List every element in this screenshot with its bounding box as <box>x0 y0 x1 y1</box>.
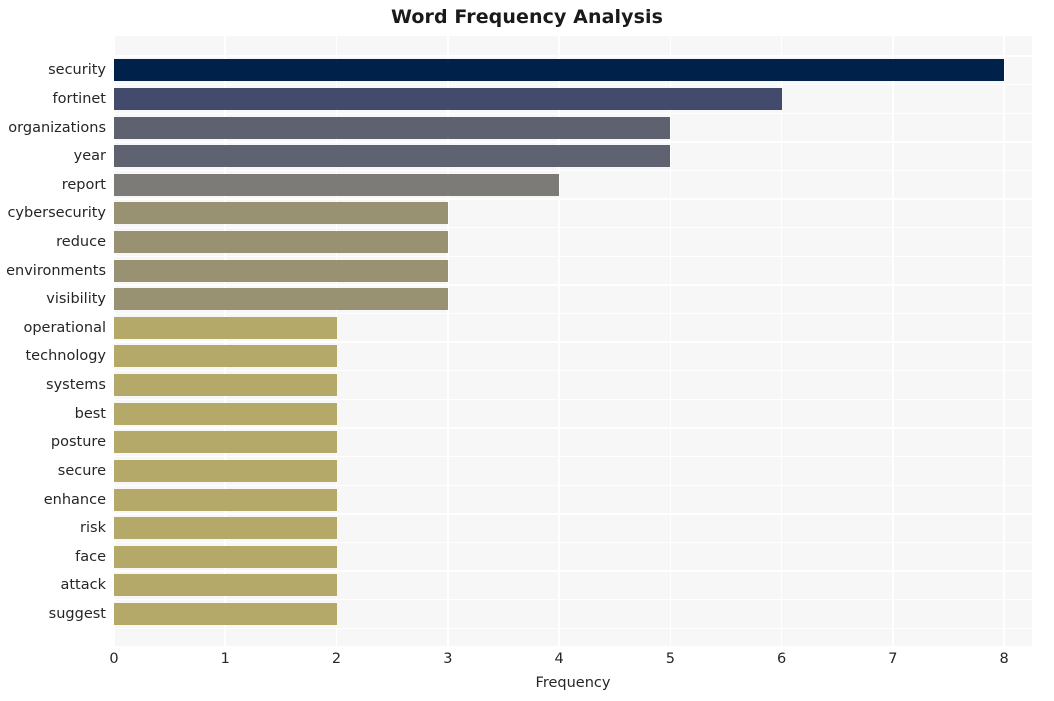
bar <box>114 374 337 397</box>
bar <box>114 59 1005 82</box>
y-axis-tick-label: year <box>73 148 106 165</box>
gridline-horizontal <box>114 455 1032 458</box>
y-axis-tick-label: enhance <box>43 491 106 508</box>
y-axis-tick-label: risk <box>80 520 106 537</box>
bar <box>114 316 337 339</box>
y-axis-tick-label: secure <box>57 462 106 479</box>
y-axis-tick-label: visibility <box>46 291 106 308</box>
y-axis-tick-label: security <box>48 62 106 79</box>
bar <box>114 259 448 282</box>
gridline-horizontal <box>114 141 1032 143</box>
x-axis-tick-label: 1 <box>220 651 230 667</box>
gridline-horizontal <box>114 627 1032 629</box>
gridline-horizontal <box>114 312 1032 315</box>
bar <box>114 173 560 196</box>
bar <box>114 545 337 568</box>
bar <box>114 145 671 168</box>
x-axis-tick-label: 4 <box>554 651 564 667</box>
gridline-horizontal <box>114 198 1032 200</box>
bar <box>114 402 337 425</box>
gridline-horizontal <box>114 169 1032 172</box>
x-axis-tick-label: 7 <box>888 651 898 667</box>
gridline-horizontal <box>114 55 1032 57</box>
gridline-horizontal <box>114 513 1032 515</box>
y-axis-tick-label: posture <box>50 434 106 451</box>
y-axis-tick-label: reduce <box>56 234 106 250</box>
x-axis-title: Frequency <box>535 675 611 691</box>
bar <box>114 488 337 511</box>
bar <box>114 345 337 368</box>
bar <box>114 288 448 311</box>
gridline-horizontal <box>114 112 1032 114</box>
gridline-horizontal <box>114 341 1032 343</box>
x-axis-tick-label: 2 <box>331 651 342 667</box>
plot-area <box>114 36 1032 646</box>
y-axis-tick-label: face <box>75 548 106 565</box>
gridline-horizontal <box>114 83 1032 86</box>
y-axis-tick-label: best <box>74 405 106 422</box>
x-axis-tick-labels: 0 1 2 3 4 5 6 7 8 <box>109 651 1032 673</box>
bar <box>114 459 337 482</box>
y-axis-tick-label: report <box>61 176 106 193</box>
gridline-horizontal <box>114 427 1032 429</box>
gridline-horizontal <box>114 284 1032 286</box>
x-axis-tick-label: 6 <box>777 651 787 667</box>
x-axis-tick-label: 0 <box>109 651 119 667</box>
bar <box>114 202 448 225</box>
y-axis-tick-label: operational <box>23 319 106 336</box>
x-axis-tick-label: 3 <box>443 651 453 667</box>
gridline-horizontal <box>114 598 1032 601</box>
y-axis-tick-label: technology <box>25 348 106 365</box>
y-axis-tick-labels: security fortinet organizations year report c… <box>0 36 106 646</box>
chart-title: Word Frequency Analysis <box>390 6 664 28</box>
gridline-horizontal <box>114 255 1032 257</box>
bar <box>114 602 337 625</box>
bar <box>114 574 337 597</box>
y-axis-tick-label: cybersecurity <box>7 205 106 222</box>
gridline-horizontal <box>114 370 1032 372</box>
gridline-horizontal <box>114 398 1032 401</box>
gridline-horizontal <box>114 570 1032 572</box>
bar <box>114 231 448 253</box>
bar <box>114 116 671 139</box>
y-axis-tick-label: fortinet <box>52 90 106 107</box>
gridline-horizontal <box>114 226 1032 229</box>
gridline-horizontal <box>114 541 1032 544</box>
y-axis-tick-label: organizations <box>8 119 106 136</box>
chart-figure: Word Frequency Analysis security fortinet… <box>0 0 1054 701</box>
y-axis-tick-label: suggest <box>48 605 106 622</box>
y-axis-tick-label: environments <box>6 262 106 279</box>
gridline-horizontal <box>114 484 1032 486</box>
x-axis-tick-label: 8 <box>999 651 1009 667</box>
y-axis-tick-label: systems <box>46 377 106 394</box>
bar <box>114 431 337 454</box>
bar <box>114 517 337 540</box>
y-axis-tick-label: attack <box>60 577 106 594</box>
bar <box>114 87 782 110</box>
x-axis-tick-label: 5 <box>665 651 675 667</box>
